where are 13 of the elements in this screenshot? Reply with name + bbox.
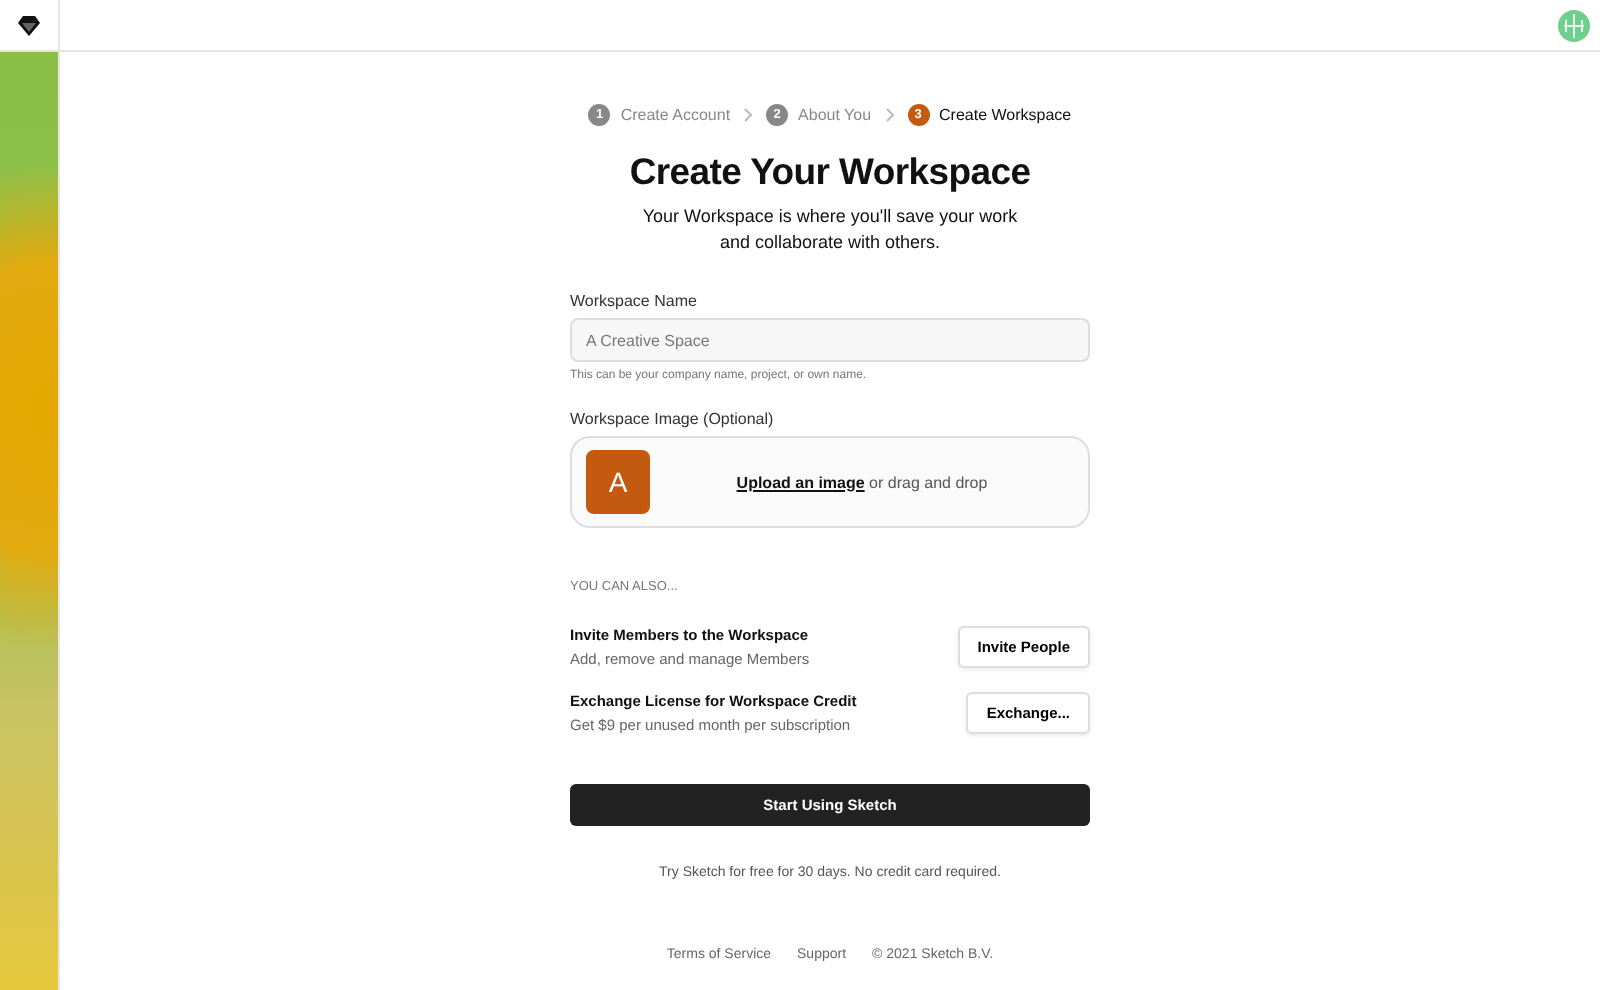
chevron-icon <box>744 108 753 122</box>
image-drop-zone[interactable]: A Upload an image or drag and drop <box>570 436 1090 528</box>
upload-link[interactable]: Upload an image <box>736 473 865 491</box>
field-label: Workspace Image (Optional) <box>570 410 776 428</box>
workspace-initial-thumbnail: A <box>586 450 650 514</box>
subtitle-text: and collaborate with others. <box>717 230 943 256</box>
workspace-name-field[interactable]: A Creative Space <box>570 318 1090 362</box>
drop-hint: or drag and drop <box>869 473 988 491</box>
subtitle-text: Your Workspace is where you'll save your work <box>640 204 1020 230</box>
field-label: Workspace Name <box>570 292 699 310</box>
chevron-icon <box>885 108 894 122</box>
page-title: Create Your Workspace <box>627 150 1033 194</box>
logo-icon[interactable] <box>18 15 40 35</box>
